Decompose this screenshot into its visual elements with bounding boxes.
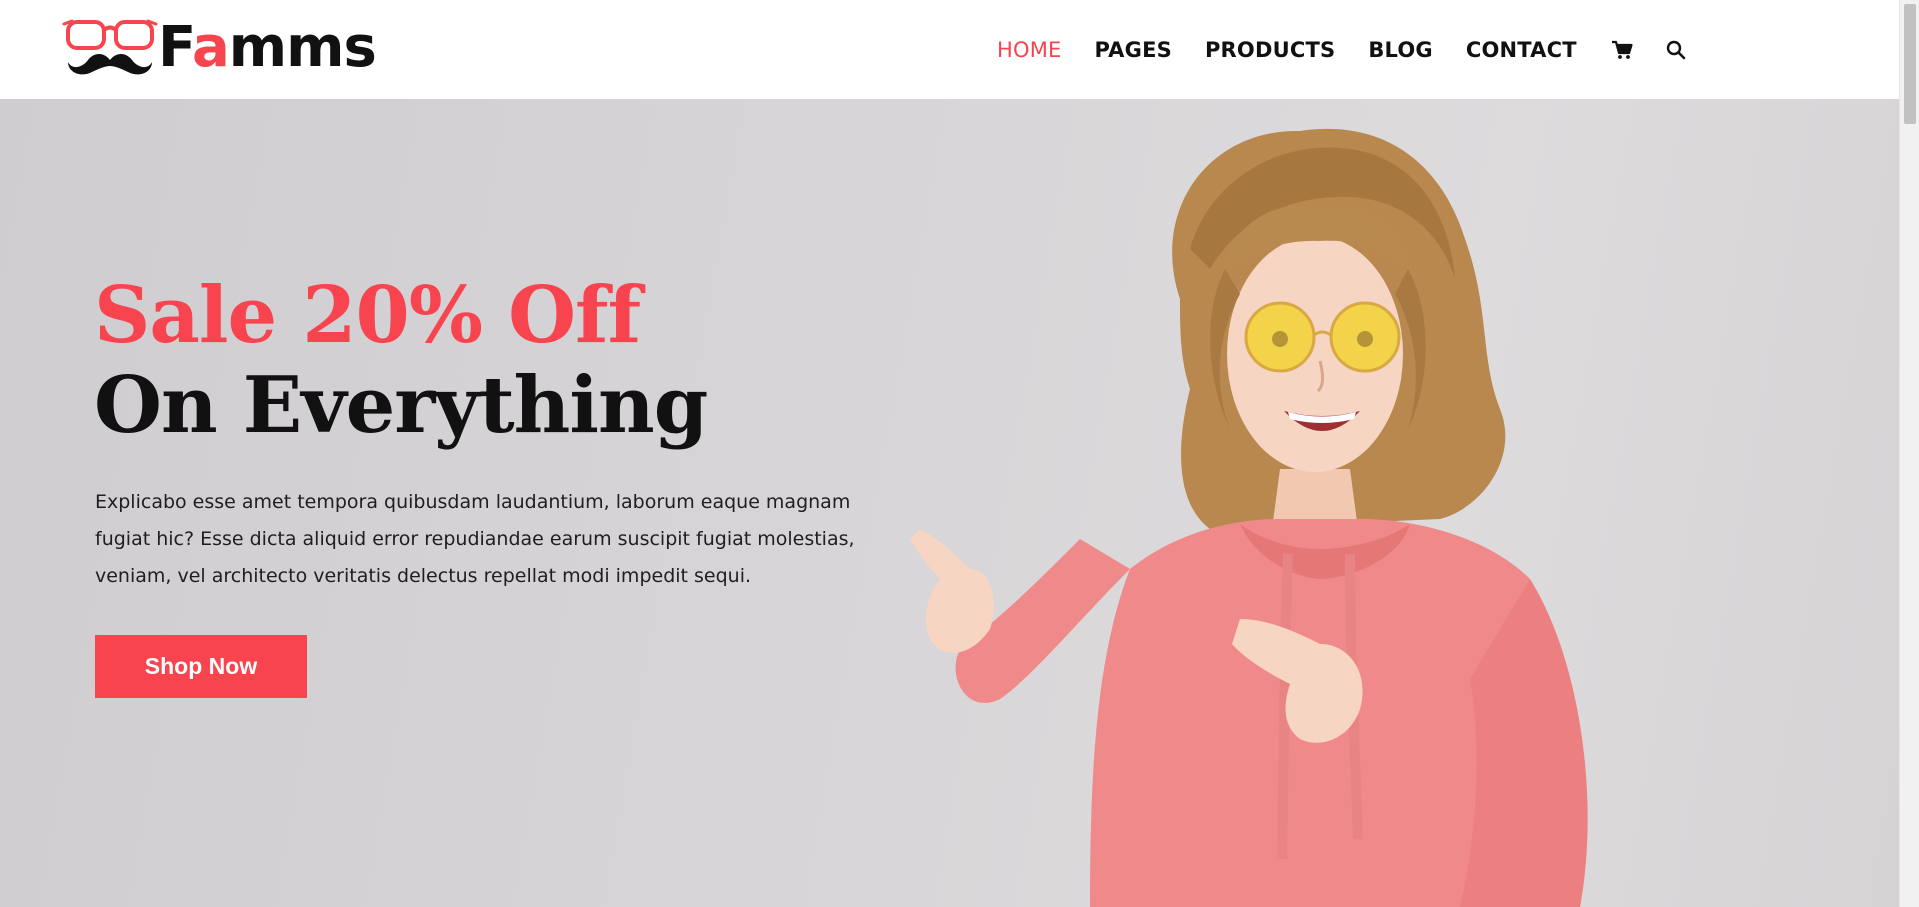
- hero-description-line-1: Explicabo esse amet tempora quibusdam la…: [95, 491, 851, 513]
- hero-description-line-3: veniam, vel architecto veritatis delectu…: [95, 565, 752, 587]
- nav-item-blog[interactable]: BLOG: [1368, 38, 1433, 62]
- search-icon[interactable]: [1664, 38, 1688, 62]
- brand-logo[interactable]: Famms: [62, 16, 377, 80]
- hero-banner: Sale 20% Off On Everything Explicabo ess…: [0, 99, 1899, 907]
- page-scrollbar[interactable]: [1899, 0, 1919, 907]
- brand-name-suffix: mms: [228, 15, 377, 80]
- hero-description: Explicabo esse amet tempora quibusdam la…: [95, 484, 915, 595]
- shop-now-button[interactable]: Shop Now: [95, 635, 307, 698]
- site-header: Famms HOME PAGES PRODUCTS BLOG CONTACT: [0, 0, 1899, 99]
- brand-name-prefix: F: [158, 15, 193, 80]
- nav-item-pages[interactable]: PAGES: [1095, 38, 1172, 62]
- nav-item-products[interactable]: PRODUCTS: [1205, 38, 1335, 62]
- page: Famms HOME PAGES PRODUCTS BLOG CONTACT S…: [0, 0, 1919, 907]
- hero-title: Sale 20% Off: [94, 270, 641, 361]
- brand-name-accent: a: [191, 15, 230, 80]
- glasses-mustache-icon: [62, 19, 158, 75]
- scrollbar-thumb[interactable]: [1904, 4, 1916, 124]
- hero-subtitle: On Everything: [94, 360, 708, 451]
- nav-item-home[interactable]: HOME: [997, 38, 1062, 62]
- hero-description-line-2: fugiat hic? Esse dicta aliquid error rep…: [95, 528, 855, 550]
- hero-model-image: [910, 128, 1588, 907]
- main-nav: HOME PAGES PRODUCTS BLOG CONTACT: [997, 0, 1718, 99]
- cart-icon[interactable]: [1610, 38, 1634, 62]
- nav-item-contact[interactable]: CONTACT: [1466, 38, 1577, 62]
- brand-name: Famms: [158, 20, 377, 76]
